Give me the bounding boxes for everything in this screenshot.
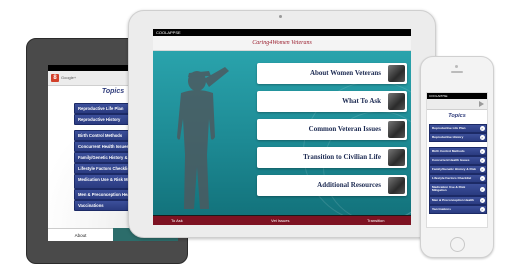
topic-button-concurrent-health[interactable]: Concurrent Health Issues ›	[429, 156, 487, 165]
topic-label: Vaccinations	[78, 203, 104, 208]
menu-item-what-to-ask[interactable]: What To Ask	[257, 91, 407, 112]
topic-label: Lifestyle Factors Checklist	[78, 166, 132, 171]
topic-label: Reproductive Life Plan	[432, 126, 466, 130]
chevron-right-icon: ›	[479, 126, 485, 131]
topic-label: Vaccinations	[432, 207, 451, 211]
browser-toolbar	[427, 99, 487, 110]
topic-button-lifestyle[interactable]: Lifestyle Factors Checklist ›	[429, 174, 487, 183]
speaker-grille	[451, 71, 463, 73]
menu-item-about-women-veterans[interactable]: About Women Veterans	[257, 63, 407, 84]
ipad-landscape-device: COOLAPPSE Caring4Women Veterans About Wo…	[128, 10, 436, 238]
main-menu-area: About Women Veterans What To Ask Common …	[153, 51, 411, 215]
app-header-title: Caring4Women Veterans	[153, 36, 411, 51]
tab-transition[interactable]: Transition	[367, 216, 384, 225]
tab-about[interactable]: About	[48, 228, 113, 241]
chevron-right-icon: ›	[479, 198, 485, 203]
tab-bar: To Ask Vet Issues Transition	[153, 216, 411, 225]
topic-label: Reproductive Life Plan	[78, 106, 124, 111]
topic-label: Concurrent Health Issues	[78, 144, 129, 149]
chevron-right-icon: ›	[479, 207, 485, 212]
share-icon[interactable]	[479, 101, 484, 107]
topic-label: Men & Preconception Health	[432, 198, 474, 202]
carrier-label: COOLAPPSE	[156, 30, 181, 35]
chevron-right-icon: ›	[479, 187, 485, 192]
menu-item-label: Common Veteran Issues	[308, 125, 381, 133]
saluting-soldier-silhouette	[177, 67, 229, 209]
topic-label: Birth Control Methods	[432, 149, 465, 153]
tab-to-ask[interactable]: To Ask	[171, 216, 183, 225]
topic-button-reproductive-history[interactable]: Reproductive History ›	[429, 133, 487, 142]
camera-icon	[455, 65, 458, 68]
topic-button-vaccinations[interactable]: Vaccinations ›	[429, 205, 487, 214]
topic-button-medication[interactable]: Medication Use & Risk Mitigation ›	[429, 183, 487, 196]
topic-button-men-preconception[interactable]: Men & Preconception Health ›	[429, 196, 487, 205]
menu-item-label: What To Ask	[342, 97, 381, 105]
chevron-right-icon: ›	[479, 158, 485, 163]
home-button[interactable]	[450, 237, 465, 252]
topic-label: Birth Control Methods	[78, 133, 123, 138]
page-title: Topics	[448, 113, 466, 119]
menu-item-transition-civilian-life[interactable]: Transition to Civilian Life	[257, 147, 407, 168]
topic-button-family-genetic[interactable]: Family/Genetic History & Risk ›	[429, 165, 487, 174]
google-plus-icon[interactable]: 8	[51, 74, 59, 82]
thumbnail-photo	[388, 177, 405, 194]
menu-item-label: Transition to Civilian Life	[303, 153, 381, 161]
topic-label: Medication Use & Risk Mitigation	[432, 184, 466, 193]
thumbnail-photo	[388, 65, 405, 82]
tab-vet-issues[interactable]: Vet Issues	[271, 216, 289, 225]
thumbnail-photo	[388, 121, 405, 138]
camera-icon	[279, 15, 282, 18]
topic-label: Concurrent Health Issues	[432, 158, 470, 162]
status-bar: COOLAPPSE	[153, 29, 411, 36]
menu-item-common-veteran-issues[interactable]: Common Veteran Issues	[257, 119, 407, 140]
iphone-screen: COOLAPPSE Topics Reproductive Life Plan …	[426, 92, 488, 228]
topic-label: Reproductive History	[432, 135, 464, 139]
ipad-landscape-screen: COOLAPPSE Caring4Women Veterans About Wo…	[153, 29, 411, 225]
browser-title: Google+	[61, 75, 77, 80]
chevron-right-icon: ›	[479, 167, 485, 172]
menu-item-label: About Women Veterans	[309, 69, 381, 77]
chevron-right-icon: ›	[479, 176, 485, 181]
thumbnail-photo	[388, 93, 405, 110]
topic-label: Men & Preconception Health	[78, 192, 135, 197]
topic-label: Family/Genetic History & Risk	[432, 167, 477, 171]
topic-button-reproductive-life-plan[interactable]: Reproductive Life Plan ›	[429, 124, 487, 133]
topic-label: Reproductive History	[78, 117, 121, 122]
chevron-right-icon: ›	[479, 135, 485, 140]
menu-item-additional-resources[interactable]: Additional Resources	[257, 175, 407, 196]
thumbnail-photo	[388, 149, 405, 166]
topic-button-birth-control[interactable]: Birth Control Methods ›	[429, 147, 487, 156]
chevron-right-icon: ›	[479, 149, 485, 154]
topic-label: Lifestyle Factors Checklist	[432, 176, 472, 180]
menu-item-label: Additional Resources	[317, 181, 381, 189]
